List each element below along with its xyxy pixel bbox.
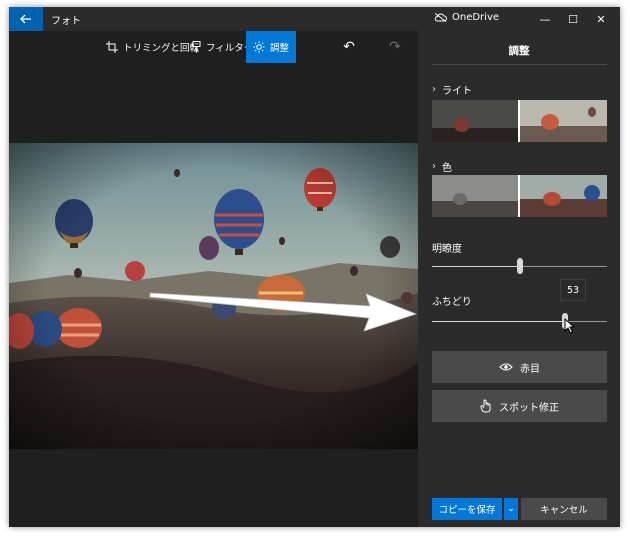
clarity-slider-thumb[interactable] [517, 258, 523, 274]
title-bar: フォト OneDrive — ☐ ✕ [9, 7, 620, 31]
back-arrow-icon [20, 14, 31, 24]
photos-app-window: フォト OneDrive — ☐ ✕ トリミングと回転 フィルター 調整 ↶ ↷… [9, 7, 620, 527]
vignette-slider-fill [432, 321, 565, 322]
color-strip-marker[interactable] [518, 175, 520, 217]
chevron-down-icon: ⌄ [507, 504, 515, 514]
cancel-button[interactable]: キャンセル [521, 498, 607, 520]
light-preview-strip[interactable] [432, 100, 607, 142]
adjust-tab[interactable]: 調整 [246, 31, 296, 63]
undo-icon: ↶ [343, 39, 355, 55]
close-button[interactable]: ✕ [587, 7, 615, 31]
panel-title: 調整 [508, 45, 530, 57]
photo-preview[interactable] [9, 143, 418, 449]
undo-button[interactable]: ↶ [339, 31, 359, 63]
redo-button[interactable]: ↷ [385, 31, 405, 63]
clarity-slider[interactable] [432, 258, 607, 274]
chevron-right-icon: › [432, 84, 436, 95]
red-eye-button[interactable]: 赤目 [432, 351, 607, 383]
brush-icon [192, 41, 201, 53]
onedrive-status[interactable]: OneDrive [434, 12, 499, 23]
save-options-dropdown[interactable]: ⌄ [504, 498, 518, 520]
onedrive-label: OneDrive [452, 12, 500, 23]
brightness-icon [253, 41, 265, 53]
spot-fix-label: スポット修正 [499, 402, 559, 414]
filter-tab[interactable]: フィルター [192, 31, 253, 63]
mouse-cursor-icon [564, 318, 576, 334]
adjust-panel: 調整 › ライト › 色 明瞭度 ふちどり 53 赤目 スポット修正 コピーを保… [418, 31, 620, 527]
maximize-button[interactable]: ☐ [559, 7, 587, 31]
app-title: フォト [51, 16, 81, 27]
touch-hand-icon [480, 399, 491, 413]
color-label: 色 [442, 163, 452, 174]
image-canvas [9, 63, 418, 527]
clarity-slider-fill [432, 266, 520, 267]
spot-fix-button[interactable]: スポット修正 [432, 390, 607, 422]
eye-icon [499, 363, 513, 371]
crop-rotate-tab[interactable]: トリミングと回転 [106, 31, 199, 63]
clarity-label: 明瞭度 [432, 244, 462, 255]
crop-icon [106, 41, 118, 53]
back-button[interactable] [9, 7, 43, 31]
edit-toolbar: トリミングと回転 フィルター 調整 ↶ ↷ [9, 31, 418, 63]
minimize-button[interactable]: — [531, 7, 559, 31]
save-copy-button[interactable]: コピーを保存 [432, 498, 502, 520]
adjust-label: 調整 [269, 43, 289, 54]
redo-icon: ↷ [389, 39, 401, 55]
color-preview-strip[interactable] [432, 175, 607, 217]
vignette-label: ふちどり [432, 297, 472, 308]
chevron-right-icon: › [432, 161, 436, 172]
vignette-value-tooltip: 53 [560, 279, 586, 301]
light-strip-marker[interactable] [518, 100, 520, 142]
light-label: ライト [442, 86, 472, 97]
light-section-toggle[interactable]: › ライト [432, 82, 472, 97]
crop-rotate-label: トリミングと回転 [123, 43, 200, 54]
cloud-off-icon [434, 13, 447, 22]
red-eye-label: 赤目 [520, 363, 540, 375]
panel-divider [432, 64, 607, 65]
color-section-toggle[interactable]: › 色 [432, 159, 452, 174]
vignette-slider[interactable] [432, 313, 607, 329]
